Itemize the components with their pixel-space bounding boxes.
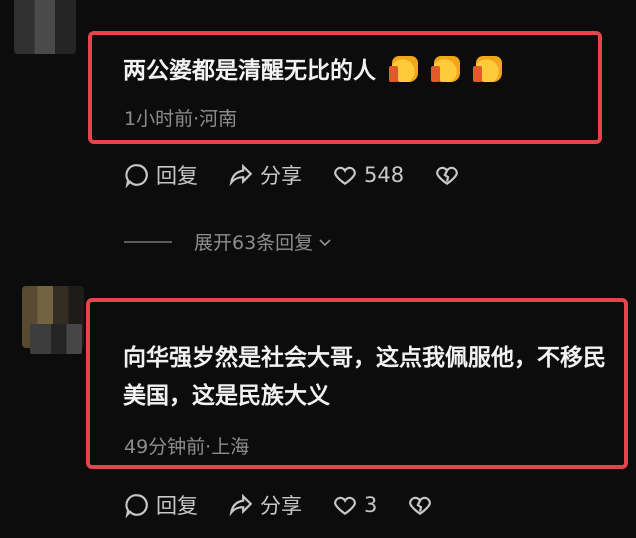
- expand-replies-label: 展开63条回复: [194, 232, 314, 254]
- comment-meta: 1小时前·河南: [124, 108, 238, 130]
- share-label: 分享: [260, 164, 302, 188]
- avatar[interactable]: [14, 0, 76, 54]
- reply-icon: [125, 164, 148, 188]
- share-icon: [229, 163, 253, 187]
- expand-replies-button[interactable]: 展开63条回复: [124, 228, 333, 255]
- heart-icon: [334, 496, 356, 515]
- share-button[interactable]: 分享: [228, 490, 302, 520]
- broken-heart-icon: [409, 496, 432, 515]
- thumbs-up-icon: [431, 56, 460, 82]
- comment-meta: 49分钟前·上海: [124, 436, 250, 458]
- avatar[interactable]: [22, 286, 84, 354]
- dislike-button[interactable]: [434, 162, 466, 188]
- share-icon: [229, 493, 253, 517]
- like-button[interactable]: 3: [332, 492, 377, 518]
- comment-text: 两公婆都是清醒无比的人: [123, 52, 502, 90]
- heart-icon: [334, 166, 356, 185]
- chevron-down-icon: [319, 238, 331, 246]
- reply-label: 回复: [156, 494, 198, 518]
- comment-body: 两公婆都是清醒无比的人: [123, 58, 376, 84]
- reply-label: 回复: [156, 164, 198, 188]
- reply-button[interactable]: 回复: [124, 160, 198, 190]
- thumbs-up-icon: [389, 56, 418, 82]
- broken-heart-icon: [436, 166, 458, 185]
- reply-button[interactable]: 回复: [124, 490, 198, 520]
- comment-text: 向华强岁然是社会大哥，这点我佩服他，不移民美国，这是民族大义: [123, 345, 606, 409]
- thumbs-up-icon: [473, 56, 502, 82]
- share-button[interactable]: 分享: [228, 160, 302, 190]
- reply-icon: [125, 494, 148, 518]
- like-count: 548: [364, 163, 405, 187]
- share-label: 分享: [260, 494, 302, 518]
- dislike-button[interactable]: [407, 492, 439, 518]
- like-button[interactable]: 548: [332, 162, 404, 188]
- comment-actions: 回复 分享 3: [124, 490, 469, 520]
- divider: [124, 240, 172, 243]
- like-count: 3: [364, 493, 378, 517]
- comment-actions: 回复 分享 548: [124, 160, 496, 190]
